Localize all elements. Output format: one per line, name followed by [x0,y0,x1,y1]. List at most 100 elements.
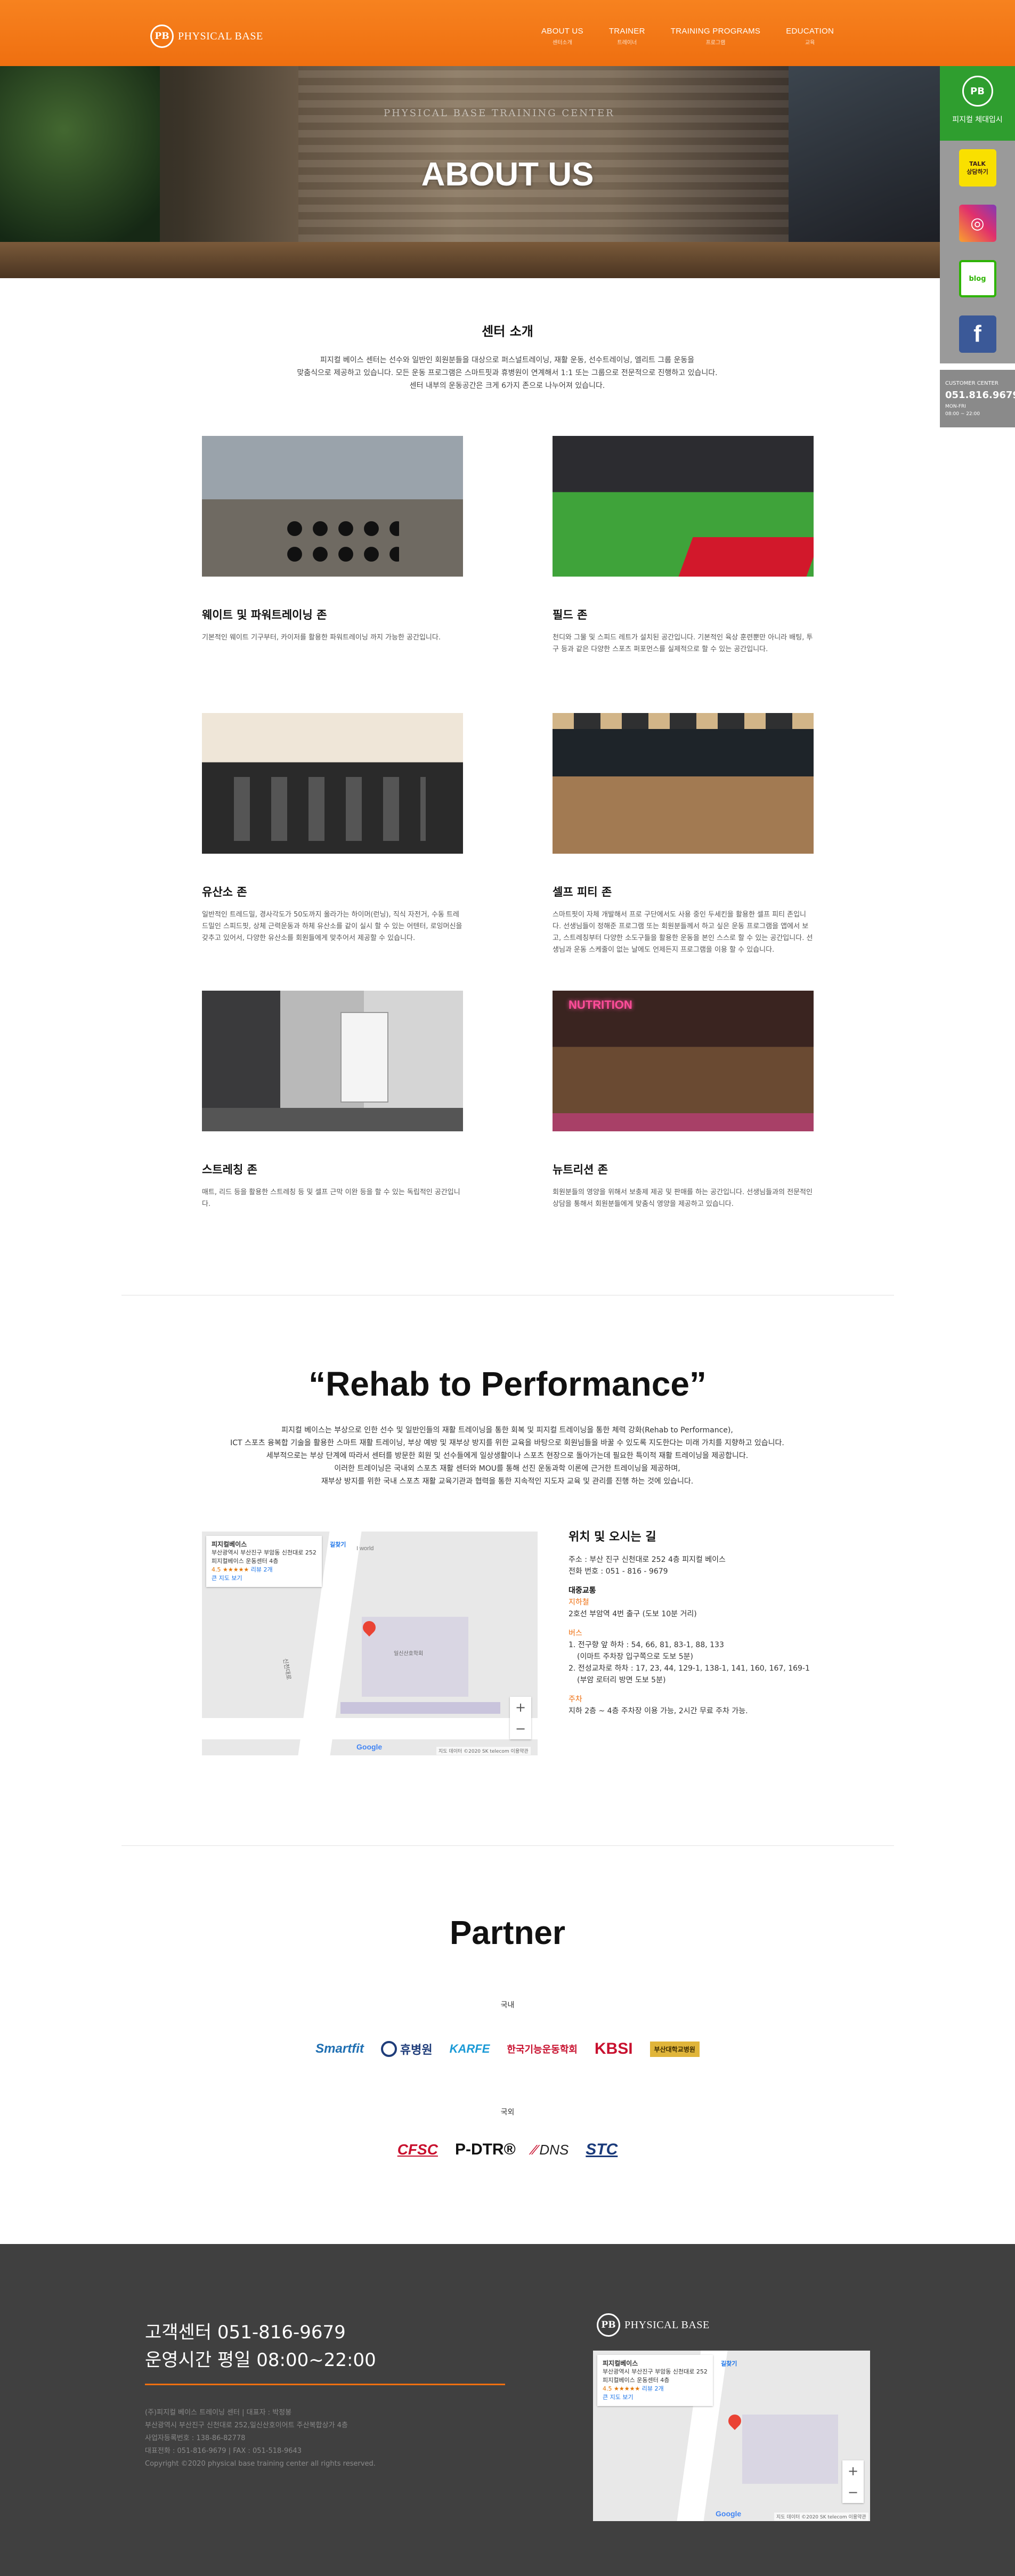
subway-label: 지하철 [569,1598,589,1607]
map-attribution: 지도 데이터 ©2020 SK telecom 이용약관 [774,2513,868,2521]
zoom-out-button[interactable]: − [510,1718,531,1739]
zone-field: 필드 존 천디와 그물 및 스피드 레트가 설치된 공간입니다. 기본적인 육상… [553,436,814,655]
nav-trainer[interactable]: TRAINER 트레이너 [609,27,645,46]
directions-address: 주소 : 부산 진구 신천대로 252 4층 피지컬 베이스 [569,1556,726,1564]
partner-logo-kbsi[interactable]: KBSI [595,2040,633,2058]
map-directions-link[interactable]: 길찾기 [330,1540,346,1549]
counter-graphic [553,1113,814,1131]
footer-phone: 고객센터 051-816-9679 [145,2322,346,2343]
zone-cardio: 유산소 존 일반적인 트레드밀, 경사각도가 50도까지 올라가는 하이머(런닝… [202,713,463,944]
map-place-name: 피지컬베이스 [212,1541,247,1548]
footer-info-line: (주)피지컬 베이스 트레이닝 센터 | 대표자 : 박정봉 [145,2409,292,2417]
map-reviews-link[interactable]: 리뷰 2개 [251,1566,273,1573]
zone-description: 매트, 리드 등을 활용한 스트레칭 등 및 셀프 근막 이완 등을 할 수 있… [202,1188,460,1208]
footer-info-line: 대표전화 : 051-816-9679 | FAX : 051-518-9643 [145,2447,302,2455]
partner-logo-stc[interactable]: STC [586,2141,618,2159]
map-reviews-link[interactable]: 리뷰 2개 [642,2385,664,2392]
rehab-quote: “Rehab to Performance” [308,1365,707,1403]
map-zoom-control: + − [510,1697,531,1739]
zone-title: 스트레칭 존 [202,1163,257,1176]
partner-logo-karfe[interactable]: KARFE [450,2042,490,2056]
partner-logo-text: 휴병원 [400,2043,433,2056]
zone-self-pt-image [553,713,814,854]
zoom-in-button[interactable]: + [842,2460,864,2482]
google-logo: Google [716,2509,742,2518]
map-larger-link[interactable]: 큰 지도 보기 [603,2393,708,2402]
map-pin-icon[interactable] [726,2412,744,2430]
nav-label: EDUCATION [786,27,834,36]
kettlebells-graphic [282,516,399,564]
zone-description: 기본적인 웨이트 기구부터, 카이저를 활용한 파워트레이닝 까지 가능한 공간… [202,634,441,642]
partner-logo-cfsc[interactable]: CFSC [397,2141,438,2158]
partner-logo-dns[interactable]: ∕∕ DNS [533,2142,569,2158]
partner-logo-text: DNS [539,2141,569,2158]
zoom-in-button[interactable]: + [510,1697,531,1718]
nav-label: ABOUT US [541,27,583,36]
location-map[interactable]: I world 일신산호학회 신천대로 피지컬베이스 부산광역시 부산진구 부암… [202,1532,538,1755]
cs-phone: 051.816.9679 [945,390,1015,401]
nav-training-programs[interactable]: TRAINING PROGRAMS 프로그램 [671,27,760,46]
zone-stretching-image [202,991,463,1131]
zone-title: 뉴트리션 존 [553,1163,608,1176]
domestic-label: 국내 [500,2001,515,2010]
map-road [202,1718,538,1739]
nav-education[interactable]: EDUCATION 교육 [786,27,834,46]
map-larger-link[interactable]: 큰 지도 보기 [212,1574,316,1583]
footer-location-map[interactable]: 피지컬베이스 부산광역시 부산진구 부암동 신천대로 252 피지컬베이스 운동… [593,2351,870,2521]
partner-logo-pdtr[interactable]: P-DTR® [455,2141,516,2159]
footer-logo[interactable]: PB PHYSICAL BASE [597,2313,710,2337]
treadmills-graphic [234,777,426,841]
foreign-label: 국외 [500,2108,515,2117]
instagram-icon[interactable]: ◎ [959,205,996,242]
zone-title: 필드 존 [553,609,588,621]
rehab-line: ICT 스포츠 융복합 기술을 활용한 스마트 재활 트레이닝, 부상 예방 및… [230,1439,784,1447]
zone-weight: 웨이트 및 파워트레이닝 존 기본적인 웨이트 기구부터, 카이저를 활용한 파… [202,436,463,644]
map-address: 부산광역시 부산진구 부암동 신천대로 252 [603,2368,708,2375]
directions-panel: 위치 및 오시는 길 주소 : 부산 진구 신천대로 252 4층 피지컬 베이… [569,1532,856,1717]
intro-text: 피지컬 베이스 센터는 선수와 일반인 회원분들을 대상으로 퍼스널트레이닝, … [241,354,774,392]
rehab-text: 피지컬 베이스는 부상으로 인한 선수 및 일반인들의 재활 트레이닝을 통한 … [188,1424,827,1488]
map-address: 피지컬베이스 운동센터 4층 [212,1558,279,1565]
zone-description: 회원분들의 영양을 위해서 보충제 제공 및 판매를 하는 공간입니다. 선생님… [553,1188,813,1208]
customer-center-box: CUSTOMER CENTER 051.816.9679 MON-FRI 08:… [940,370,1015,427]
zone-stretching: 스트레칭 존 매트, 리드 등을 활용한 스트레칭 등 및 셀프 근막 이완 등… [202,991,463,1210]
parking-label: 주차 [569,1695,582,1704]
blog-icon[interactable]: blog [959,260,996,297]
kakaotalk-icon[interactable]: TALK 상담하기 [959,149,996,187]
rehab-line: 재부상 방지를 위한 국내 스포츠 재활 교육기관과 협력을 통한 지속적인 지… [321,1477,694,1486]
cs-hours-time: 08:00 ~ 22:00 [945,411,980,417]
footer-customer-center: 고객센터 051-816-9679 운영시간 평일 08:00~22:00 [145,2319,376,2374]
quick-menu: PB 피지컬 체대입시 TALK 상담하기 ◎ blog f CUSTOMER … [940,66,1015,427]
transit-label: 대중교통 [569,1586,596,1595]
quick-admission-button[interactable]: PB 피지컬 체대입시 [940,66,1015,141]
footer-company-info: (주)피지컬 베이스 트레이닝 센터 | 대표자 : 박정봉 부산광역시 부산진… [145,2407,376,2470]
dns-logo-icon: ∕∕ [532,2141,538,2158]
nav-sublabel: 프로그램 [705,40,726,46]
nav-about-us[interactable]: ABOUT US 센터소개 [541,27,583,46]
logo-text: PHYSICAL BASE [178,30,263,42]
zone-description: 스마트핏이 자체 개발해서 프로 구단에서도 사용 중인 두세킨을 활용한 셀프… [553,911,813,954]
map-building-label: 일신산호학회 [394,1651,424,1657]
map-directions-link[interactable]: 길찾기 [721,2359,737,2368]
zone-nutrition: NUTRITION 뉴트리션 존 회원분들의 영양을 위해서 보충제 제공 및 … [553,991,814,1210]
foreign-partner-logos: CFSC P-DTR® ∕∕ DNS STC [0,2139,1015,2160]
zone-description: 일반적인 트레드밀, 경사각도가 50도까지 올라가는 하이머(런닝), 직식 … [202,911,462,942]
floor-graphic [202,1108,463,1131]
bus-info: (이마트 주차장 입구쪽으로 도보 5분) [577,1652,693,1661]
partner-logo-smartfit[interactable]: Smartfit [315,2042,364,2056]
google-logo: Google [356,1743,383,1751]
map-building [742,2415,838,2484]
partner-logo-pnuh[interactable]: 부산대학교병원 [649,2041,700,2057]
map-info-card: 피지컬베이스 부산광역시 부산진구 부암동 신천대로 252 피지컬베이스 운동… [206,1536,322,1587]
partner-logo-kfma[interactable]: 한국기능운동학회 [507,2042,577,2056]
partner-logo-hospital[interactable]: 휴병원 [380,2040,433,2057]
cs-title: CUSTOMER CENTER [945,380,998,386]
logo-mark: PB [150,25,174,48]
rehab-line: 세부적으로는 부상 단계에 따라서 센터를 방문한 회원 및 선수들에게 일상생… [266,1452,749,1460]
bus-info: (부암 로터리 방면 도보 5분) [577,1676,666,1684]
site-logo[interactable]: PB PHYSICAL BASE [150,25,263,48]
footer-copyright: Copyright ©2020 physical base training c… [145,2460,376,2468]
site-footer: 고객센터 051-816-9679 운영시간 평일 08:00~22:00 (주… [0,2244,1015,2576]
hospital-logo-icon [380,2041,397,2057]
zoom-out-button[interactable]: − [842,2482,864,2503]
